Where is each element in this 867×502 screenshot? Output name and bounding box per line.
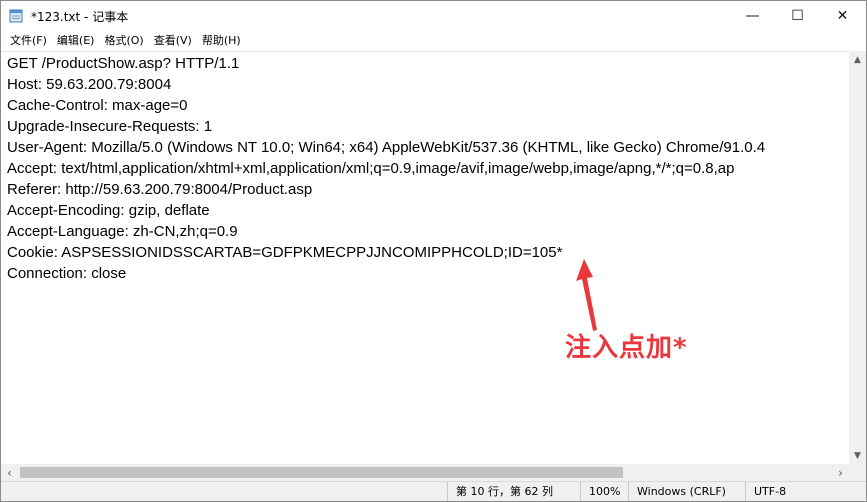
menu-edit[interactable]: 编辑(E)	[52, 31, 100, 51]
text-line: Host: 59.63.200.79:8004	[7, 76, 172, 93]
status-bar: 第 10 行，第 62 列 100% Windows (CRLF) UTF-8	[1, 481, 866, 501]
text-line: Connection: close	[7, 265, 127, 282]
horizontal-scrollbar[interactable]: ‹ ›	[1, 464, 849, 481]
close-button[interactable]: ✕	[820, 1, 865, 31]
scroll-left-icon[interactable]: ‹	[1, 464, 18, 481]
minimize-icon: —	[745, 8, 760, 24]
text-editor[interactable]: GET /ProductShow.asp? HTTP/1.1 Host: 59.…	[1, 51, 849, 465]
annotation-label: 注入点加*	[565, 333, 688, 363]
text-line: Referer: http://59.63.200.79:8004/Produc…	[7, 181, 313, 198]
text-line: User-Agent: Mozilla/5.0 (Windows NT 10.0…	[7, 139, 766, 156]
text-line: Accept-Language: zh-CN,zh;q=0.9	[7, 223, 238, 240]
menu-help[interactable]: 帮助(H)	[197, 31, 246, 51]
close-icon: ✕	[836, 8, 849, 24]
line-ending: Windows (CRLF)	[628, 482, 745, 501]
scrollbar-corner	[849, 464, 866, 481]
encoding: UTF-8	[745, 482, 866, 501]
text-line: Cookie: ASPSESSIONIDSSCARTAB=GDFPKMECPPJ…	[7, 244, 563, 261]
minimize-button[interactable]: —	[730, 1, 775, 31]
text-line: Cache-Control: max-age=0	[7, 97, 188, 114]
menu-format[interactable]: 格式(O)	[99, 31, 148, 51]
horizontal-scroll-thumb[interactable]	[20, 467, 623, 478]
zoom-level: 100%	[580, 482, 628, 501]
cursor-position: 第 10 行，第 62 列	[447, 482, 580, 501]
maximize-button[interactable]: ☐	[775, 1, 820, 31]
scroll-down-icon[interactable]: ▼	[849, 447, 866, 464]
notepad-window: *123.txt - 记事本 — ☐ ✕ 文件(F) 编辑(E) 格式(O) 查…	[0, 0, 867, 502]
window-title: *123.txt - 记事本	[31, 10, 129, 24]
notepad-icon	[9, 9, 23, 23]
text-line: Upgrade-Insecure-Requests: 1	[7, 118, 213, 135]
text-line: GET /ProductShow.asp? HTTP/1.1	[7, 55, 240, 72]
menu-file[interactable]: 文件(F)	[1, 31, 52, 51]
title-bar[interactable]: *123.txt - 记事本 — ☐ ✕	[1, 1, 866, 31]
text-line: Accept: text/html,application/xhtml+xml,…	[7, 160, 735, 177]
maximize-icon: ☐	[791, 8, 804, 24]
annotation-arrow-icon	[576, 259, 597, 331]
scroll-up-icon[interactable]: ▲	[849, 51, 866, 68]
menu-view[interactable]: 查看(V)	[149, 31, 197, 51]
vertical-scrollbar[interactable]: ▲ ▼	[849, 51, 866, 464]
text-line: Accept-Encoding: gzip, deflate	[7, 202, 210, 219]
menu-bar: 文件(F) 编辑(E) 格式(O) 查看(V) 帮助(H)	[1, 31, 866, 51]
scroll-right-icon[interactable]: ›	[832, 464, 849, 481]
